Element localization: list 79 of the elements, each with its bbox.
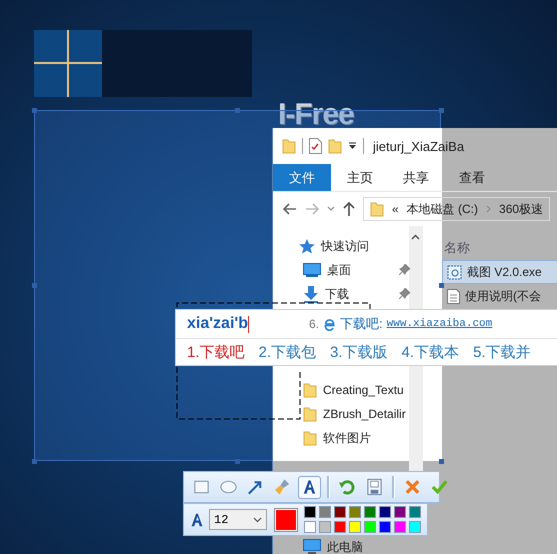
desktop-icon (303, 263, 321, 277)
ime-candidate[interactable]: 5.下载并 (473, 343, 531, 362)
resize-handle[interactable] (439, 459, 444, 464)
palette-swatch[interactable] (394, 521, 406, 533)
properties-icon[interactable] (309, 138, 322, 154)
palette-swatch[interactable] (349, 521, 361, 533)
ribbon-tab[interactable]: 主页 (331, 164, 387, 191)
nav-item[interactable]: 下载 (273, 282, 410, 306)
document-icon (447, 288, 460, 304)
up-arrow-icon[interactable] (343, 202, 355, 216)
nav-item[interactable]: 软件图片 (273, 426, 410, 450)
palette-swatch[interactable] (334, 506, 346, 518)
ribbon-tab[interactable]: 文件 (273, 164, 331, 191)
palette-swatch[interactable] (319, 521, 331, 533)
folder-icon (303, 430, 317, 446)
folder-icon (370, 201, 384, 217)
folder-icon (303, 382, 317, 398)
resize-handle[interactable] (32, 283, 37, 288)
palette-swatch[interactable] (379, 506, 391, 518)
text-tool-button[interactable] (298, 476, 321, 498)
save-icon (365, 477, 384, 497)
nav-item[interactable]: Creating_Textu (273, 378, 410, 402)
palette-swatch[interactable] (304, 506, 316, 518)
suggestion-label[interactable]: 下载吧: (340, 315, 383, 333)
dropdown-icon[interactable] (348, 142, 357, 150)
download-arrow-icon (303, 286, 319, 302)
column-header[interactable]: 名称 (442, 236, 557, 260)
resize-handle[interactable] (235, 459, 240, 464)
monitor-icon (303, 539, 321, 554)
resize-handle[interactable] (235, 108, 240, 113)
ribbon-tab[interactable]: 查看 (443, 164, 499, 191)
palette-swatch[interactable] (364, 506, 376, 518)
palette-swatch[interactable] (379, 521, 391, 533)
palette-swatch[interactable] (319, 506, 331, 518)
palette-swatch[interactable] (409, 506, 421, 518)
resize-handle[interactable] (439, 108, 444, 113)
ime-candidate[interactable]: 3.下载版 (330, 343, 388, 362)
new-folder-icon (328, 138, 342, 154)
brush-icon (273, 477, 292, 497)
current-color-swatch[interactable] (274, 508, 298, 532)
star-icon (299, 238, 315, 254)
ime-candidate[interactable]: 4.下载本 (402, 343, 460, 362)
resize-handle[interactable] (32, 108, 37, 113)
scroll-up-icon[interactable] (411, 234, 420, 240)
palette-swatch[interactable] (334, 521, 346, 533)
chevron-down-icon (253, 516, 262, 522)
crop-icon (447, 264, 462, 280)
file-row[interactable]: 使用说明(不会 (442, 284, 557, 308)
palette-swatch[interactable] (409, 521, 421, 533)
palette-swatch[interactable] (394, 506, 406, 518)
window-title: jieturj_XiaZaiBa (373, 138, 464, 154)
chevron-right-icon (486, 205, 492, 213)
nav-item[interactable]: 此电脑 (273, 538, 410, 554)
resize-handle[interactable] (32, 459, 37, 464)
palette-swatch[interactable] (364, 521, 376, 533)
nav-item[interactable]: 桌面 (273, 258, 410, 282)
suggestion-link[interactable]: www.xiazaiba.com (386, 318, 492, 330)
pin-icon[interactable] (399, 264, 410, 275)
palette-swatch[interactable] (349, 506, 361, 518)
address-bar[interactable]: « 本地磁盘 (C:) 360极速 (363, 197, 550, 221)
back-icon[interactable] (283, 203, 297, 215)
resize-handle[interactable] (439, 283, 444, 288)
nav-item[interactable]: 快速访问 (273, 234, 410, 258)
palette-swatch[interactable] (304, 521, 316, 533)
composition-text: xia'zai'b (187, 315, 248, 333)
suggestion-index: 6. (309, 317, 320, 331)
chevron-down-icon[interactable] (327, 206, 335, 212)
forward-icon[interactable] (305, 203, 319, 215)
folder-icon (282, 138, 296, 154)
pin-icon[interactable] (399, 288, 410, 299)
browser-e-icon (323, 318, 336, 330)
folder-icon (303, 406, 317, 422)
file-row[interactable]: 截图 V2.0.exe (442, 260, 557, 284)
ime-candidate[interactable]: 2.下载包 (258, 343, 316, 362)
undo-icon (338, 477, 357, 497)
font-size-select[interactable]: 12 (209, 509, 267, 530)
nav-item[interactable]: ZBrush_Detailir (273, 402, 410, 426)
ribbon-tab[interactable]: 共享 (387, 164, 443, 191)
ime-candidate[interactable]: 1.下载吧 (187, 343, 245, 362)
